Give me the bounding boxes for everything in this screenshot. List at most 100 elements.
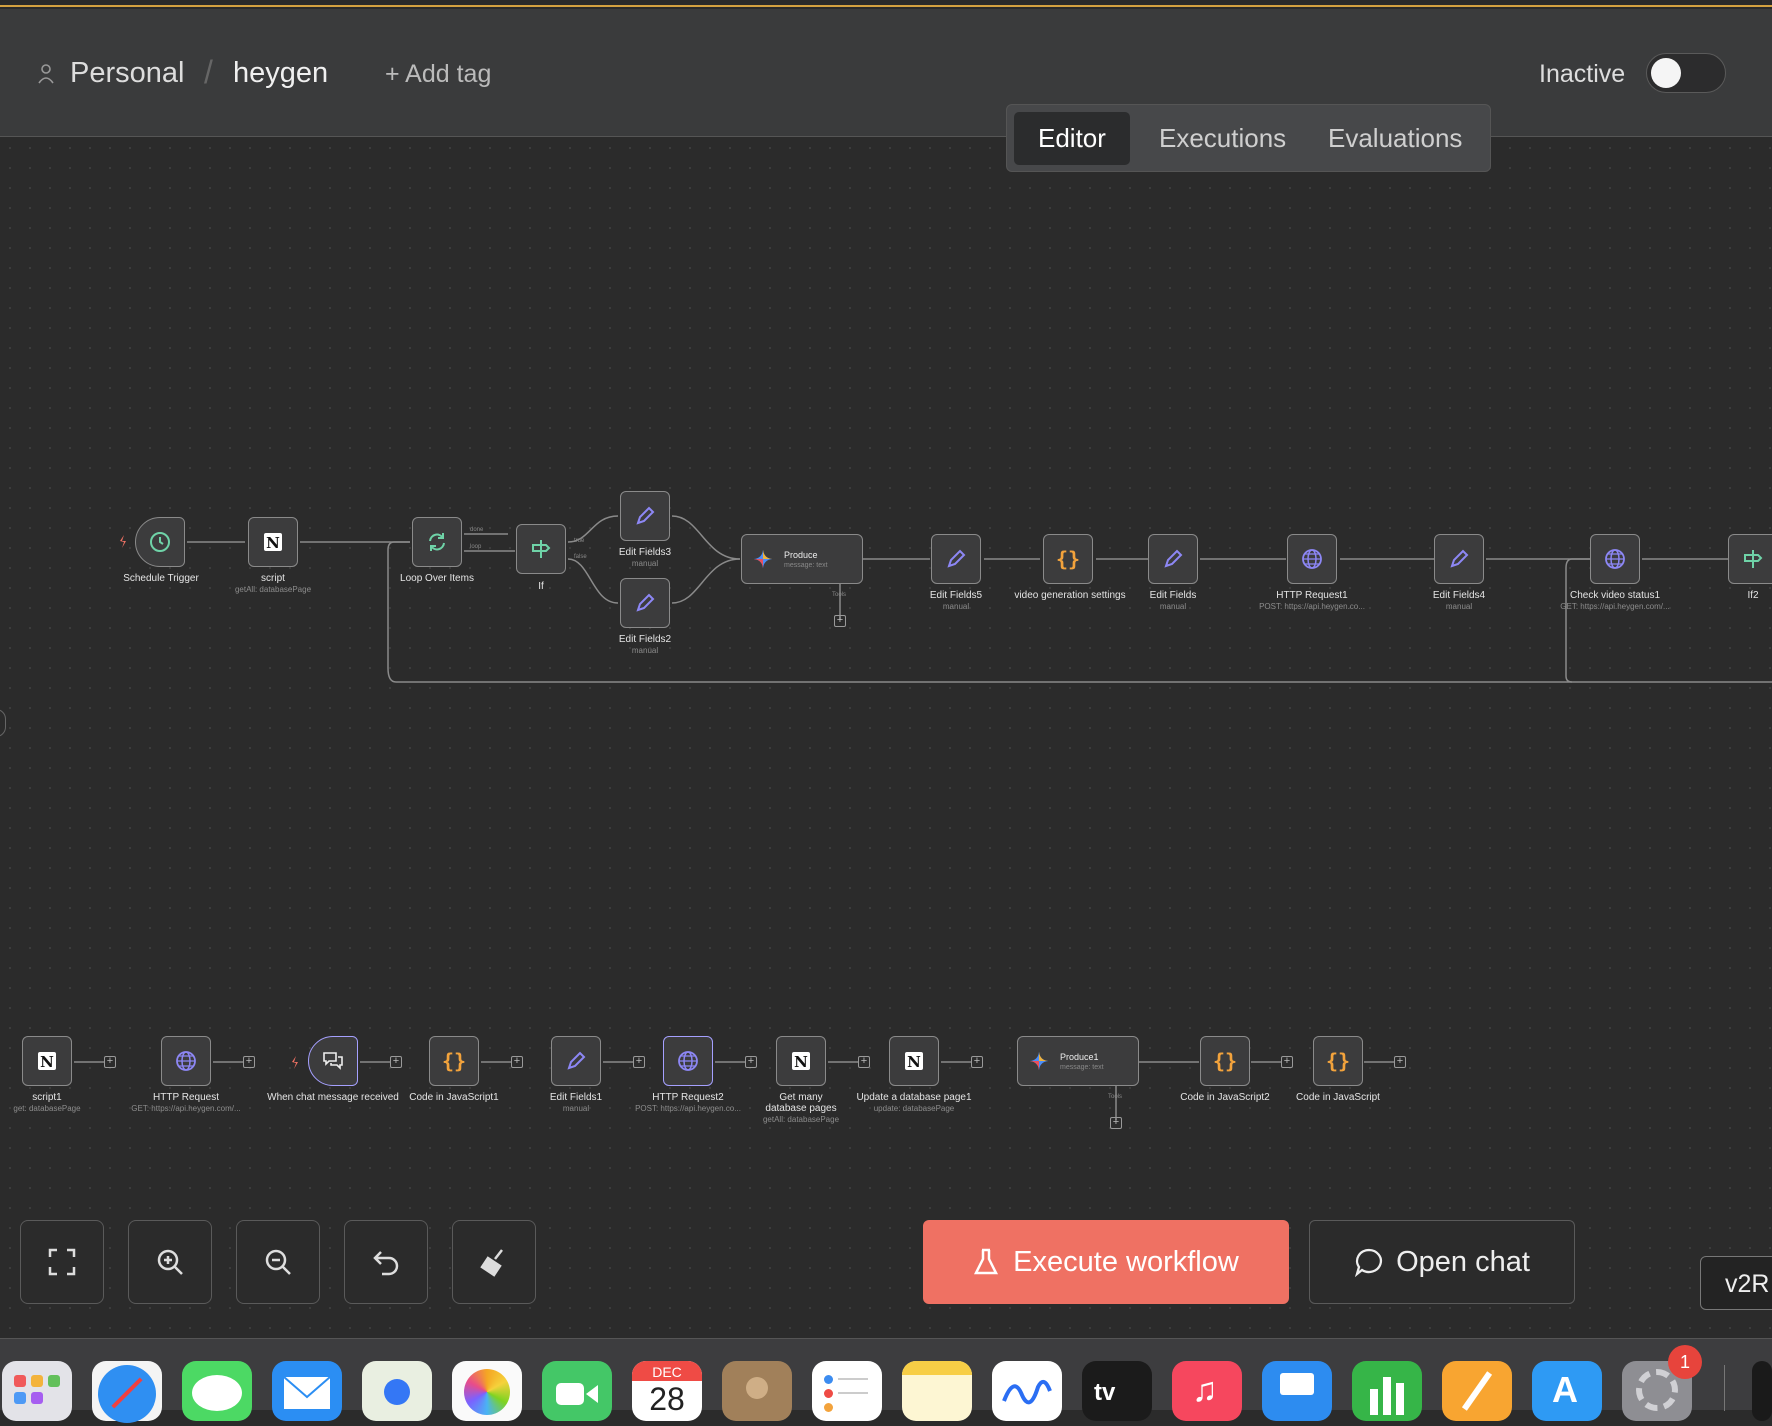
gemini-icon: [1029, 1051, 1049, 1071]
produce1-agent-node[interactable]: Produce1 message: text: [1017, 1036, 1139, 1086]
http-request2-node[interactable]: [663, 1036, 713, 1086]
zoom-in-button[interactable]: [128, 1220, 212, 1304]
code-in-javascript-node[interactable]: {}: [1313, 1036, 1363, 1086]
edit-fields4-node[interactable]: [1434, 534, 1484, 584]
loop-icon: [429, 533, 445, 551]
add-node-button[interactable]: +: [633, 1056, 645, 1068]
code-icon: {}: [1055, 547, 1081, 571]
execute-workflow-label: Execute workflow: [1013, 1245, 1239, 1278]
safari-icon[interactable]: [92, 1361, 162, 1423]
schedule-trigger-node[interactable]: [135, 517, 185, 567]
add-tag-button[interactable]: + Add tag: [385, 60, 491, 89]
undo-icon: [373, 1251, 399, 1276]
if2-node[interactable]: [1728, 534, 1772, 584]
node-subtitle: manual: [1445, 602, 1473, 611]
fit-view-button[interactable]: [20, 1220, 104, 1304]
reminders-icon[interactable]: [812, 1361, 882, 1421]
get-many-database-pages-node[interactable]: N: [776, 1036, 826, 1086]
photos-icon[interactable]: [452, 1361, 522, 1421]
breadcrumb-separator: /: [204, 54, 213, 90]
open-chat-label: Open chat: [1396, 1245, 1530, 1278]
app-store-icon[interactable]: A: [1532, 1361, 1602, 1421]
add-node-button[interactable]: +: [104, 1056, 116, 1068]
node-subtitle: GET: https://api.heygen.com/...: [131, 1104, 241, 1113]
produce-agent-node[interactable]: Produce message: text: [741, 534, 863, 584]
pages-icon[interactable]: [1442, 1361, 1512, 1421]
code-in-javascript1-node[interactable]: {}: [429, 1036, 479, 1086]
calendar-icon[interactable]: DEC 28: [632, 1361, 702, 1421]
app-icon-partial[interactable]: [1752, 1361, 1772, 1421]
keynote-icon[interactable]: [1262, 1361, 1332, 1421]
clock-icon: [150, 532, 170, 552]
freeform-icon[interactable]: [992, 1361, 1062, 1421]
calendar-month: DEC: [652, 1364, 682, 1380]
script1-node[interactable]: N: [22, 1036, 72, 1086]
check-video-status1-node[interactable]: [1590, 534, 1640, 584]
workflow-canvas[interactable]: Schedule Trigger N script getAll: databa…: [0, 138, 1772, 1338]
add-node-button[interactable]: +: [971, 1056, 983, 1068]
zoom-out-icon: [265, 1249, 291, 1275]
add-tool-button[interactable]: +: [1110, 1117, 1122, 1129]
chat-bubble-icon: [1355, 1248, 1383, 1277]
node-label: Update a database page1: [856, 1092, 972, 1103]
loop-over-items-node[interactable]: [412, 517, 462, 567]
execute-workflow-button[interactable]: Execute workflow: [923, 1220, 1289, 1304]
code-icon: {}: [1212, 1049, 1238, 1073]
open-chat-button[interactable]: Open chat: [1309, 1220, 1575, 1304]
node-subtitle: POST: https://api.heygen.co...: [1259, 602, 1365, 611]
launchpad-icon[interactable]: [2, 1361, 72, 1421]
if-node[interactable]: [516, 524, 566, 574]
zoom-out-button[interactable]: [236, 1220, 320, 1304]
notion-icon: N: [264, 533, 282, 552]
add-node-button[interactable]: +: [745, 1056, 757, 1068]
notes-icon[interactable]: [902, 1361, 972, 1421]
edit-fields5-node[interactable]: [931, 534, 981, 584]
numbers-icon[interactable]: [1352, 1361, 1422, 1421]
workflow-header: Personal / heygen + Add tag Inactive: [0, 9, 1772, 137]
node-subtitle: manual: [942, 602, 970, 611]
add-node-button[interactable]: +: [511, 1056, 523, 1068]
globe-icon: [1605, 549, 1625, 569]
workflow-name[interactable]: heygen: [233, 57, 328, 90]
http-request-node[interactable]: [161, 1036, 211, 1086]
edit-fields-node[interactable]: [1148, 534, 1198, 584]
version-badge[interactable]: v2R: [1700, 1256, 1772, 1310]
add-node-button[interactable]: +: [390, 1056, 402, 1068]
music-icon[interactable]: ♫: [1172, 1361, 1242, 1421]
add-node-button[interactable]: +: [1281, 1056, 1293, 1068]
facetime-icon[interactable]: [542, 1361, 612, 1421]
active-toggle[interactable]: [1646, 53, 1726, 93]
edit-fields1-node[interactable]: [551, 1036, 601, 1086]
add-node-button[interactable]: +: [858, 1056, 870, 1068]
chat-trigger-node[interactable]: [308, 1036, 358, 1086]
tab-executions[interactable]: Executions: [1135, 112, 1310, 165]
tidy-up-button[interactable]: [452, 1220, 536, 1304]
pencil-icon: [1450, 549, 1469, 568]
maps-icon[interactable]: [362, 1361, 432, 1421]
video-generation-settings-node[interactable]: {}: [1043, 534, 1093, 584]
mail-icon[interactable]: [272, 1361, 342, 1421]
apple-tv-icon[interactable]: tv: [1082, 1361, 1152, 1421]
update-database-page1-node[interactable]: N: [889, 1036, 939, 1086]
messages-icon[interactable]: [182, 1361, 252, 1421]
add-node-button[interactable]: +: [243, 1056, 255, 1068]
branch-label-done: done: [470, 527, 484, 533]
edit-fields3-node[interactable]: [620, 491, 670, 541]
contacts-icon[interactable]: [722, 1361, 792, 1421]
edit-fields2-node[interactable]: [620, 578, 670, 628]
undo-button[interactable]: [344, 1220, 428, 1304]
if-icon: [532, 540, 551, 558]
add-tool-button[interactable]: +: [834, 615, 846, 627]
code-in-javascript2-node[interactable]: {}: [1200, 1036, 1250, 1086]
breadcrumb-project[interactable]: Personal: [70, 57, 184, 90]
node-subtitle: getAll: databasePage: [762, 1115, 840, 1124]
node-label: HTTP Request1: [1276, 590, 1348, 601]
tab-editor[interactable]: Editor: [1014, 112, 1130, 165]
add-node-button[interactable]: +: [1394, 1056, 1406, 1068]
script-node[interactable]: N: [248, 517, 298, 567]
tab-evaluations[interactable]: Evaluations: [1304, 112, 1486, 165]
globe-icon: [176, 1051, 196, 1071]
connection-lines: [74, 515, 1772, 1120]
http-request1-node[interactable]: [1287, 534, 1337, 584]
pencil-icon: [636, 593, 655, 612]
